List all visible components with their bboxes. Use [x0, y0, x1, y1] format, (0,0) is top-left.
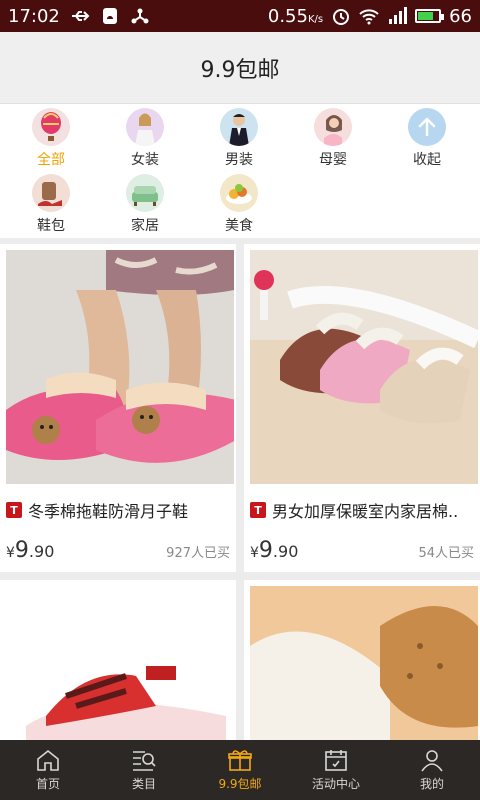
shoes-bags-icon	[32, 174, 70, 212]
product-image	[250, 586, 478, 766]
tmall-badge: T	[250, 502, 266, 518]
bottom-nav: 首页 类目 9.9包邮 活动中心 我的	[0, 740, 480, 800]
product-price: ¥9.90	[250, 538, 299, 563]
network-speed: 0.55K/s	[267, 5, 324, 27]
notification-icon	[102, 8, 117, 24]
sold-count: 54人已买	[418, 546, 474, 561]
nav-free-shipping[interactable]: 9.9包邮	[192, 740, 288, 800]
home-living-icon	[126, 174, 164, 212]
product-card[interactable]: T 男女加厚保暖室内家居棉.. ¥9.90 54人已买	[244, 244, 480, 572]
category-shoes-bags[interactable]: 鞋包	[4, 174, 98, 236]
product-title: 冬季棉拖鞋防滑月子鞋	[28, 502, 189, 521]
page-title: 9.9包邮	[200, 57, 280, 83]
alarm-icon	[333, 9, 350, 25]
battery-icon	[415, 9, 445, 23]
gift-box-icon	[228, 750, 252, 771]
battery-level: 66	[449, 5, 472, 27]
product-price: ¥9.90	[6, 538, 55, 563]
home-icon	[37, 749, 59, 771]
product-card[interactable]	[0, 580, 236, 766]
category-grid: 全部 女装 男装 母婴 收起 鞋包 家居 美食	[0, 104, 480, 238]
clock: 17:02	[8, 5, 60, 27]
all-balloon-icon	[32, 108, 70, 146]
category-womens[interactable]: 女装	[98, 108, 192, 170]
category-home[interactable]: 家居	[98, 174, 192, 236]
category-search-icon	[133, 751, 156, 771]
user-icon	[421, 750, 443, 772]
status-bar: 17:02 0.55K/s 66	[0, 0, 480, 32]
category-mother-baby[interactable]: 母婴	[286, 108, 380, 170]
nav-activity-center[interactable]: 活动中心	[288, 740, 384, 800]
product-card[interactable]	[244, 580, 480, 766]
tmall-badge: T	[6, 502, 22, 518]
nav-home[interactable]: 首页	[0, 740, 96, 800]
womens-clothing-icon	[126, 108, 164, 146]
collapse-arrow-icon	[408, 108, 446, 146]
nav-profile[interactable]: 我的	[384, 740, 480, 800]
share-icon	[131, 8, 149, 24]
category-all[interactable]: 全部	[4, 108, 98, 170]
nav-category[interactable]: 类目	[96, 740, 192, 800]
food-icon	[220, 174, 258, 212]
product-card[interactable]: T 冬季棉拖鞋防滑月子鞋 ¥9.90 927人已买	[0, 244, 236, 572]
product-image	[250, 250, 478, 484]
category-food[interactable]: 美食	[192, 174, 286, 236]
sold-count: 927人已买	[166, 546, 230, 561]
product-title: 男女加厚保暖室内家居棉..	[272, 502, 459, 521]
mens-clothing-icon	[220, 108, 258, 146]
calendar-icon	[325, 750, 347, 771]
signal-4g-icon	[389, 7, 408, 24]
category-mens[interactable]: 男装	[192, 108, 286, 170]
category-collapse[interactable]: 收起	[380, 108, 474, 170]
wifi-icon	[359, 9, 379, 25]
usb-icon	[71, 11, 90, 21]
mother-baby-icon	[314, 108, 352, 146]
product-image	[6, 586, 234, 766]
product-image	[6, 250, 234, 484]
page-header: 9.9包邮	[0, 32, 480, 104]
